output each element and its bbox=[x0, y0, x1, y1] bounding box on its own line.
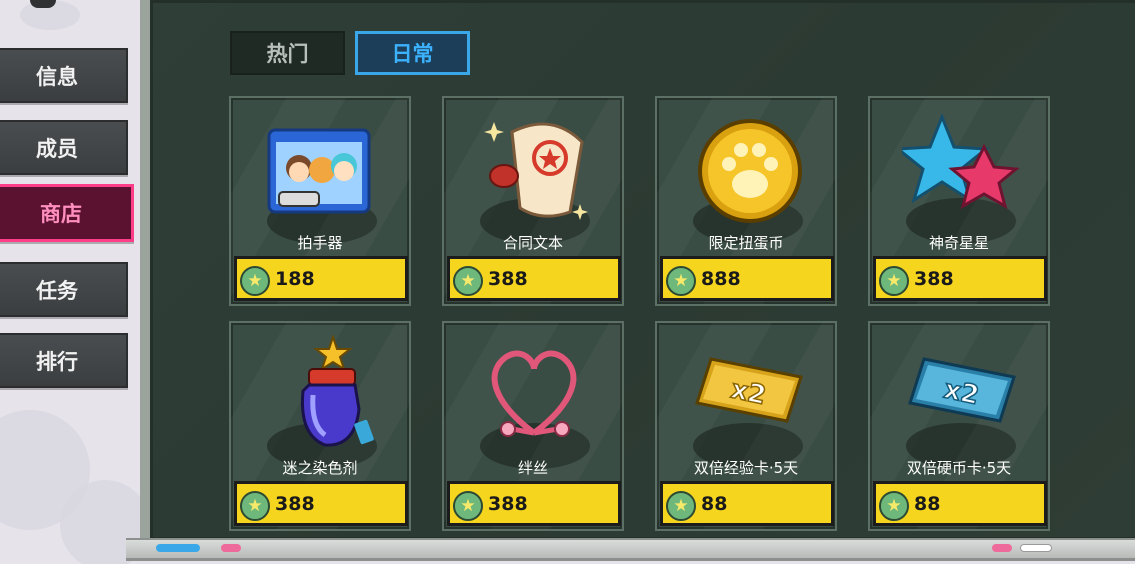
item-name: 绊丝 bbox=[517, 459, 548, 477]
item-price: 88 bbox=[914, 492, 941, 515]
star-coin-icon: ★ bbox=[879, 266, 909, 296]
double-coin-card-icon: x2 bbox=[908, 357, 1016, 423]
clapper-box-icon bbox=[267, 128, 371, 214]
menu-top-decoration bbox=[30, 0, 56, 8]
item-name: 神奇星星 bbox=[928, 234, 989, 252]
star-coin-icon: ★ bbox=[240, 491, 270, 521]
price-button[interactable]: ★ 88 bbox=[660, 481, 834, 526]
star-coin-icon: ★ bbox=[666, 491, 696, 521]
star-coin-icon: ★ bbox=[879, 491, 909, 521]
price-button[interactable]: ★ 388 bbox=[873, 256, 1047, 301]
dye-bottle-icon bbox=[300, 335, 374, 447]
star-coin-icon: ★ bbox=[666, 266, 696, 296]
menu-item-members[interactable]: 成员 bbox=[0, 120, 128, 175]
item-name: 合同文本 bbox=[502, 234, 563, 252]
shop-item-card[interactable]: 限定扭蛋币 ★ 888 bbox=[655, 96, 837, 306]
price-button[interactable]: ★ 88 bbox=[873, 481, 1047, 526]
star-coin-icon: ★ bbox=[453, 491, 483, 521]
item-name: 拍手器 bbox=[297, 234, 343, 252]
double-exp-card-icon: x2 bbox=[695, 357, 803, 423]
item-price: 188 bbox=[275, 267, 315, 290]
shop-item-card[interactable]: x2 双倍硬币卡·5天 ★ 88 bbox=[868, 321, 1050, 531]
price-button[interactable]: ★ 388 bbox=[447, 256, 621, 301]
item-price: 388 bbox=[488, 267, 528, 290]
item-price: 388 bbox=[275, 492, 315, 515]
price-button[interactable]: ★ 388 bbox=[447, 481, 621, 526]
chalk-ledge bbox=[126, 538, 1135, 558]
price-button[interactable]: ★ 888 bbox=[660, 256, 834, 301]
price-button[interactable]: ★ 188 bbox=[234, 256, 408, 301]
shop-item-card[interactable]: 迷之染色剂 ★ 388 bbox=[229, 321, 411, 531]
item-price: 888 bbox=[701, 267, 741, 290]
pink-chalk bbox=[221, 544, 241, 552]
item-price: 88 bbox=[701, 492, 728, 515]
contract-scroll-icon bbox=[484, 122, 588, 220]
blue-chalk bbox=[156, 544, 200, 552]
tab-hot[interactable]: 热门 bbox=[230, 31, 345, 75]
tab-daily[interactable]: 日常 bbox=[355, 31, 470, 75]
star-coin-icon: ★ bbox=[453, 266, 483, 296]
white-chalk bbox=[1020, 544, 1052, 552]
menu-item-label: 任务 bbox=[36, 278, 78, 303]
tab-label: 日常 bbox=[391, 42, 434, 66]
item-name: 双倍经验卡·5天 bbox=[693, 459, 799, 477]
shop-item-card[interactable]: 神奇星星 ★ 388 bbox=[868, 96, 1050, 306]
shop-item-card[interactable]: 合同文本 ★ 388 bbox=[442, 96, 624, 306]
heart-string-icon bbox=[491, 350, 577, 437]
menu-item-label: 排行 bbox=[36, 349, 78, 374]
shop-item-card[interactable]: 绊丝 ★ 388 bbox=[442, 321, 624, 531]
item-name: 限定扭蛋币 bbox=[708, 234, 784, 252]
item-price: 388 bbox=[914, 267, 954, 290]
shop-item-card[interactable]: x2 双倍经验卡·5天 ★ 88 bbox=[655, 321, 837, 531]
magic-stars-icon bbox=[902, 112, 1020, 210]
menu-item-info[interactable]: 信息 bbox=[0, 48, 128, 103]
item-name: 双倍硬币卡·5天 bbox=[906, 459, 1012, 477]
price-button[interactable]: ★ 388 bbox=[234, 481, 408, 526]
menu-item-tasks[interactable]: 任务 bbox=[0, 262, 128, 317]
menu-item-label: 信息 bbox=[36, 64, 78, 89]
menu-item-label: 商店 bbox=[40, 202, 82, 226]
item-name: 迷之染色剂 bbox=[282, 459, 358, 477]
shop-item-card[interactable]: 拍手器 ★ 188 bbox=[229, 96, 411, 306]
item-price: 388 bbox=[488, 492, 528, 515]
tab-label: 热门 bbox=[266, 42, 309, 66]
menu-item-label: 成员 bbox=[36, 136, 78, 161]
star-coin-icon: ★ bbox=[240, 266, 270, 296]
paw-coin-icon bbox=[698, 119, 802, 223]
menu-item-shop[interactable]: 商店 bbox=[0, 184, 134, 242]
menu-item-ranking[interactable]: 排行 bbox=[0, 333, 128, 388]
pink-chalk bbox=[992, 544, 1012, 552]
